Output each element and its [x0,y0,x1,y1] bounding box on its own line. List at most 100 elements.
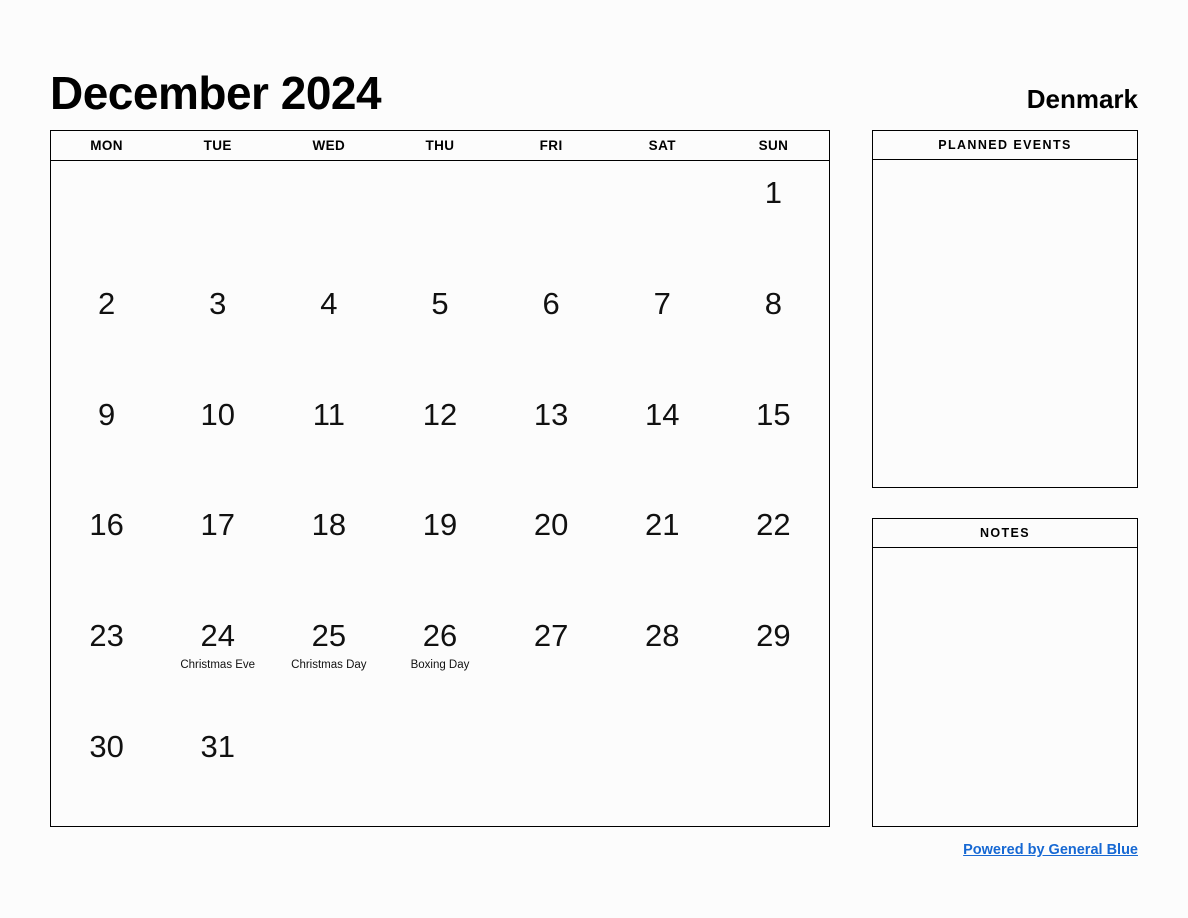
day-cell-3[interactable]: 3 [162,272,273,383]
day-number: 13 [533,396,569,432]
day-cell-8[interactable]: 8 [718,272,829,383]
day-cell-12[interactable]: 12 [384,383,495,494]
planned-events-title: PLANNED EVENTS [873,131,1137,160]
calendar-week-row: 16 17 18 19 20 21 22 [51,493,829,604]
day-cell-4[interactable]: 4 [273,272,384,383]
day-number: 31 [200,729,235,765]
day-cell-26[interactable]: 26 Boxing Day [384,604,495,715]
day-cell-14[interactable]: 14 [607,383,718,494]
day-cell-empty [718,715,829,826]
day-number: 3 [209,285,227,321]
day-cell-20[interactable]: 20 [496,493,607,604]
calendar-week-row: 30 31 [51,715,829,826]
page-header: December 2024 Denmark [50,50,1138,116]
calendar-week-row: 23 24 Christmas Eve 25 Christmas Day 26 Boxing… [51,604,829,715]
day-cell-empty [496,715,607,826]
day-cell-empty [273,161,384,272]
day-cell-5[interactable]: 5 [384,272,495,383]
weekday-header-row: MON TUE WED THU FRI SAT SUN [51,131,829,161]
day-number: 25 [311,618,347,654]
weekday-header-tue: TUE [203,138,232,153]
notes-title: NOTES [873,519,1137,548]
day-event-label: Boxing Day [410,658,470,671]
weekday-header-wed: WED [312,138,346,153]
day-number: 26 [422,618,458,654]
calendar-week-row: 9 10 11 12 13 14 15 [51,383,829,494]
day-cell-28[interactable]: 28 [607,604,718,715]
day-number: 16 [89,507,124,543]
day-number: 8 [764,285,783,321]
day-cell-empty [384,715,495,826]
day-cell-10[interactable]: 10 [162,383,273,494]
day-number: 6 [542,285,560,321]
day-cell-6[interactable]: 6 [496,272,607,383]
day-cell-empty [607,161,718,272]
powered-by-link[interactable]: Powered by General Blue [963,842,1138,858]
day-cell-30[interactable]: 30 [51,715,162,826]
day-cell-13[interactable]: 13 [496,383,607,494]
day-event-label: Christmas Eve [180,658,256,671]
day-number: 10 [200,396,235,432]
day-number: 21 [645,507,680,543]
day-cell-19[interactable]: 19 [384,493,495,604]
calendar-weeks: 1 2 3 4 5 6 7 8 9 10 11 12 13 14 15 16 17 18 19 20 21 22 23 24 C… [51,161,829,826]
day-cell-1[interactable]: 1 [718,161,829,272]
day-number: 17 [200,507,235,543]
day-cell-29[interactable]: 29 [718,604,829,715]
calendar-week-row: 1 [51,161,829,272]
day-number: 7 [653,285,671,321]
day-number: 24 [200,618,235,654]
day-number: 5 [431,285,449,321]
day-cell-11[interactable]: 11 [273,383,384,494]
day-cell-21[interactable]: 21 [607,493,718,604]
day-cell-2[interactable]: 2 [51,272,162,383]
day-number: 11 [312,396,345,432]
day-number: 27 [533,618,569,654]
weekday-header-mon: MON [90,138,123,153]
day-cell-17[interactable]: 17 [162,493,273,604]
day-cell-22[interactable]: 22 [718,493,829,604]
weekday-header-fri: FRI [539,138,563,153]
day-cell-24[interactable]: 24 Christmas Eve [162,604,273,715]
page-footer: Powered by General Blue [872,841,1138,863]
day-cell-empty [273,715,384,826]
day-cell-16[interactable]: 16 [51,493,162,604]
day-number: 22 [756,507,791,543]
day-cell-empty [607,715,718,826]
day-cell-7[interactable]: 7 [607,272,718,383]
day-cell-15[interactable]: 15 [718,383,829,494]
day-cell-empty [384,161,495,272]
day-number: 14 [645,396,680,432]
day-number: 18 [311,507,347,543]
page-title: December 2024 [50,67,382,119]
day-cell-empty [496,161,607,272]
calendar-grid: MON TUE WED THU FRI SAT SUN 1 2 3 4 5 6 7 8 9 10 11 12 13 1… [50,130,830,827]
day-cell-31[interactable]: 31 [162,715,273,826]
day-number: 19 [422,507,458,543]
day-number: 15 [756,396,791,432]
day-event-label: Christmas Day [291,658,367,671]
day-cell-18[interactable]: 18 [273,493,384,604]
day-cell-27[interactable]: 27 [496,604,607,715]
day-cell-25[interactable]: 25 Christmas Day [273,604,384,715]
notes-area[interactable] [873,548,1137,826]
weekday-header-sat: SAT [648,138,676,153]
day-number: 28 [645,618,680,654]
notes-panel: NOTES [872,518,1138,827]
day-number: 12 [422,396,458,432]
calendar-week-row: 2 3 4 5 6 7 8 [51,272,829,383]
day-cell-empty [51,161,162,272]
day-cell-9[interactable]: 9 [51,383,162,494]
day-cell-23[interactable]: 23 [51,604,162,715]
day-number: 29 [756,618,791,654]
day-number: 2 [97,285,116,321]
day-number: 4 [320,285,338,321]
weekday-header-sun: SUN [758,138,789,153]
region-label: Denmark [1026,84,1138,114]
day-number: 1 [764,175,783,210]
day-number: 9 [97,396,116,432]
day-number: 20 [533,507,569,543]
planned-events-area[interactable] [873,160,1137,487]
day-number: 23 [89,618,124,654]
calendar-page: December 2024 Denmark MON TUE WED THU FRI SAT… [0,0,1188,918]
